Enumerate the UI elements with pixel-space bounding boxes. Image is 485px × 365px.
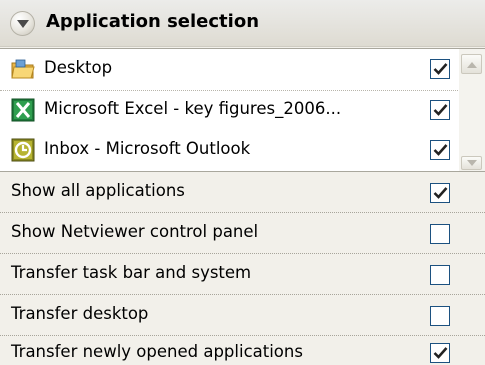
option-label: Transfer newly opened applications — [11, 342, 303, 361]
application-selection-panel: Application selection Desktop Microsoft … — [0, 0, 485, 365]
application-row-outlook[interactable]: Inbox - Microsoft Outlook — [0, 130, 458, 170]
collapse-button[interactable] — [10, 11, 35, 36]
application-list-scrollbar[interactable] — [459, 49, 485, 171]
check-mark-icon — [433, 63, 448, 75]
option-show-all-applications[interactable]: Show all applications — [0, 172, 485, 213]
application-label: Desktop — [44, 58, 113, 77]
excel-icon — [11, 98, 35, 122]
option-label: Transfer desktop — [11, 304, 149, 323]
chevron-down-icon — [17, 20, 29, 28]
checkbox-transfer-desktop[interactable] — [430, 306, 450, 326]
checkbox-transfer-task-bar[interactable] — [430, 265, 450, 285]
checkbox-show-netviewer-control-panel[interactable] — [430, 224, 450, 244]
scroll-down-button[interactable] — [461, 156, 482, 170]
application-row-desktop[interactable]: Desktop — [0, 49, 458, 89]
application-label: Inbox - Microsoft Outlook — [44, 139, 251, 158]
checkbox-transfer-newly-opened-applications[interactable] — [430, 343, 450, 363]
option-label: Show Netviewer control panel — [11, 222, 259, 241]
check-mark-icon — [433, 144, 448, 156]
scroll-up-button[interactable] — [461, 54, 482, 74]
folder-icon — [11, 59, 35, 79]
check-mark-icon — [433, 104, 448, 116]
option-label: Transfer task bar and system — [11, 263, 252, 282]
application-label: Microsoft Excel - key figures_2006... — [44, 99, 342, 118]
arrow-down-icon — [467, 160, 477, 166]
option-transfer-desktop[interactable]: Transfer desktop — [0, 295, 485, 336]
application-checkbox-outlook[interactable] — [430, 140, 450, 160]
application-row-excel[interactable]: Microsoft Excel - key figures_2006... — [0, 90, 458, 131]
outlook-icon — [11, 138, 35, 162]
option-label: Show all applications — [11, 181, 185, 200]
application-checkbox-desktop[interactable] — [430, 59, 450, 79]
option-transfer-newly-opened-applications[interactable]: Transfer newly opened applications — [0, 336, 485, 365]
check-mark-icon — [433, 187, 448, 199]
check-mark-icon — [433, 347, 448, 359]
checkbox-show-all-applications[interactable] — [430, 183, 450, 203]
application-list: Desktop Microsoft Excel - key figures_20… — [0, 48, 485, 172]
panel-title: Application selection — [46, 11, 260, 32]
option-transfer-task-bar[interactable]: Transfer task bar and system — [0, 254, 485, 295]
arrow-up-icon — [467, 62, 477, 68]
application-checkbox-excel[interactable] — [430, 100, 450, 120]
option-show-netviewer-control-panel[interactable]: Show Netviewer control panel — [0, 213, 485, 254]
panel-header: Application selection — [0, 0, 485, 47]
